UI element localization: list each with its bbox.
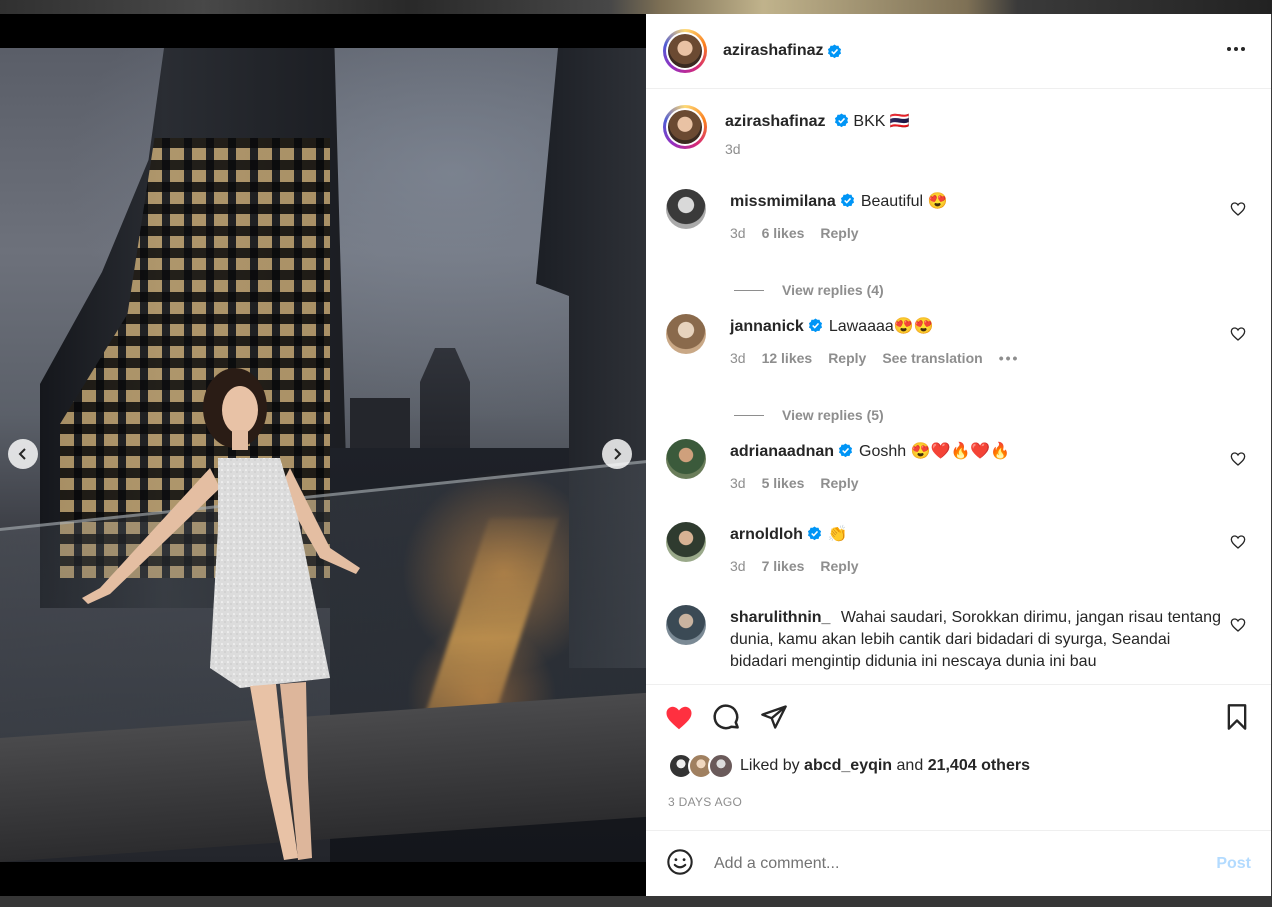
comment-time: 3d xyxy=(730,475,746,491)
post-header: azirashafinaz xyxy=(646,14,1271,89)
page-backdrop xyxy=(0,0,1272,14)
photo-woman xyxy=(82,368,360,860)
comment-likes-count[interactable]: 7 likes xyxy=(762,555,805,577)
commenter-username[interactable]: jannanick xyxy=(730,318,804,335)
post-media xyxy=(0,14,646,896)
heart-icon[interactable] xyxy=(1230,534,1246,550)
post-modal: azirashafinaz azirashafinaz BKK 🇹🇭 3d mi… xyxy=(0,14,1271,896)
comment-icon xyxy=(713,704,739,730)
caption-text: BKK 🇹🇭 xyxy=(853,113,910,130)
caption-author-avatar[interactable] xyxy=(663,105,707,149)
caption-author-username[interactable]: azirashafinaz xyxy=(725,113,825,130)
like-button[interactable] xyxy=(664,703,694,738)
liked-by-avatars[interactable] xyxy=(668,753,734,779)
comment-likes-count[interactable]: 5 likes xyxy=(762,472,805,494)
comment-time: 3d xyxy=(730,558,746,574)
commenter-avatar[interactable] xyxy=(666,522,706,562)
post-timestamp: 3 DAYS AGO xyxy=(668,795,743,809)
post-side-panel: azirashafinaz azirashafinaz BKK 🇹🇭 3d mi… xyxy=(646,14,1271,896)
comments-list[interactable]: azirashafinaz BKK 🇹🇭 3d missmimilana Beau… xyxy=(646,89,1271,683)
heart-icon[interactable] xyxy=(1230,617,1246,633)
comment-input[interactable] xyxy=(712,854,1186,874)
commenter-username[interactable]: adrianaadnan xyxy=(730,443,834,460)
comment-text: Lawaaaa😍😍 xyxy=(828,318,934,335)
verified-badge-icon xyxy=(838,443,853,458)
previous-slide-button[interactable] xyxy=(8,439,38,469)
view-replies-button[interactable]: View replies (5) xyxy=(734,407,884,423)
post-photo[interactable] xyxy=(0,48,646,862)
liked-by-prefix: Liked by xyxy=(740,757,800,774)
chevron-right-icon xyxy=(614,448,622,460)
author-username[interactable]: azirashafinaz xyxy=(723,42,823,60)
verified-badge-icon xyxy=(828,43,842,58)
commenter-avatar[interactable] xyxy=(666,605,706,645)
commenter-username[interactable]: sharulithnin_ xyxy=(730,609,830,626)
view-replies-label: View replies (5) xyxy=(782,407,884,423)
comment-composer: Post xyxy=(646,830,1271,897)
comment-button[interactable] xyxy=(712,703,742,738)
commenter-avatar[interactable] xyxy=(666,189,706,229)
liked-by-and: and xyxy=(896,757,924,774)
comment-reply-button[interactable]: Reply xyxy=(820,472,858,494)
post-comment-button[interactable]: Post xyxy=(1216,855,1251,873)
chevron-left-icon xyxy=(18,448,26,460)
likes-count[interactable]: 21,404 others xyxy=(928,757,1030,775)
post-caption: azirashafinaz BKK 🇹🇭 3d xyxy=(663,105,910,157)
comment-reply-button[interactable]: Reply xyxy=(820,555,858,577)
commenter-avatar[interactable] xyxy=(666,439,706,479)
view-replies-button[interactable]: View replies (4) xyxy=(734,282,884,298)
heart-icon[interactable] xyxy=(1230,326,1246,342)
verified-badge-icon xyxy=(840,193,854,208)
commenter-avatar[interactable] xyxy=(666,314,706,354)
comment-text: Goshh 😍❤️🔥❤️🔥 xyxy=(859,443,1011,460)
author-avatar[interactable] xyxy=(663,29,707,73)
comment-likes-count[interactable]: 12 likes xyxy=(762,347,813,369)
save-button[interactable] xyxy=(1223,703,1251,736)
commenter-username[interactable]: arnoldloh xyxy=(730,526,803,543)
verified-badge-icon xyxy=(808,318,822,333)
heart-icon[interactable] xyxy=(1230,201,1246,217)
commenter-username[interactable]: missmimilana xyxy=(730,193,836,210)
heart-filled-icon xyxy=(666,706,692,730)
verified-badge-icon xyxy=(807,526,821,541)
comment-reply-button[interactable]: Reply xyxy=(820,222,858,244)
next-slide-button[interactable] xyxy=(602,439,632,469)
verified-badge-icon xyxy=(834,113,848,128)
comment-more-options-icon[interactable]: ••• xyxy=(999,347,1020,369)
comment-text: Beautiful 😍 xyxy=(860,193,948,210)
view-replies-label: View replies (4) xyxy=(782,282,884,298)
comment-time: 3d xyxy=(730,225,746,241)
comment-likes-count[interactable]: 6 likes xyxy=(762,222,805,244)
comment-time: 3d xyxy=(730,350,746,366)
page-backdrop-bottom xyxy=(0,896,1272,907)
comment-text: 👏 xyxy=(827,526,848,543)
heart-icon[interactable] xyxy=(1230,451,1246,467)
liked-by-username[interactable]: abcd_eyqin xyxy=(804,757,892,775)
liked-by-summary: Liked by abcd_eyqin and 21,404 others xyxy=(668,753,1030,779)
more-options-icon[interactable] xyxy=(1225,38,1247,60)
bookmark-icon xyxy=(1227,704,1247,730)
see-translation-button[interactable]: See translation xyxy=(882,347,982,369)
emoji-icon xyxy=(667,848,693,875)
share-button[interactable] xyxy=(760,703,788,738)
send-icon xyxy=(761,705,787,729)
post-actions: Liked by abcd_eyqin and 21,404 others 3 … xyxy=(646,684,1271,831)
emoji-button[interactable] xyxy=(666,848,694,881)
comment-reply-button[interactable]: Reply xyxy=(828,347,866,369)
caption-time: 3d xyxy=(725,141,741,157)
